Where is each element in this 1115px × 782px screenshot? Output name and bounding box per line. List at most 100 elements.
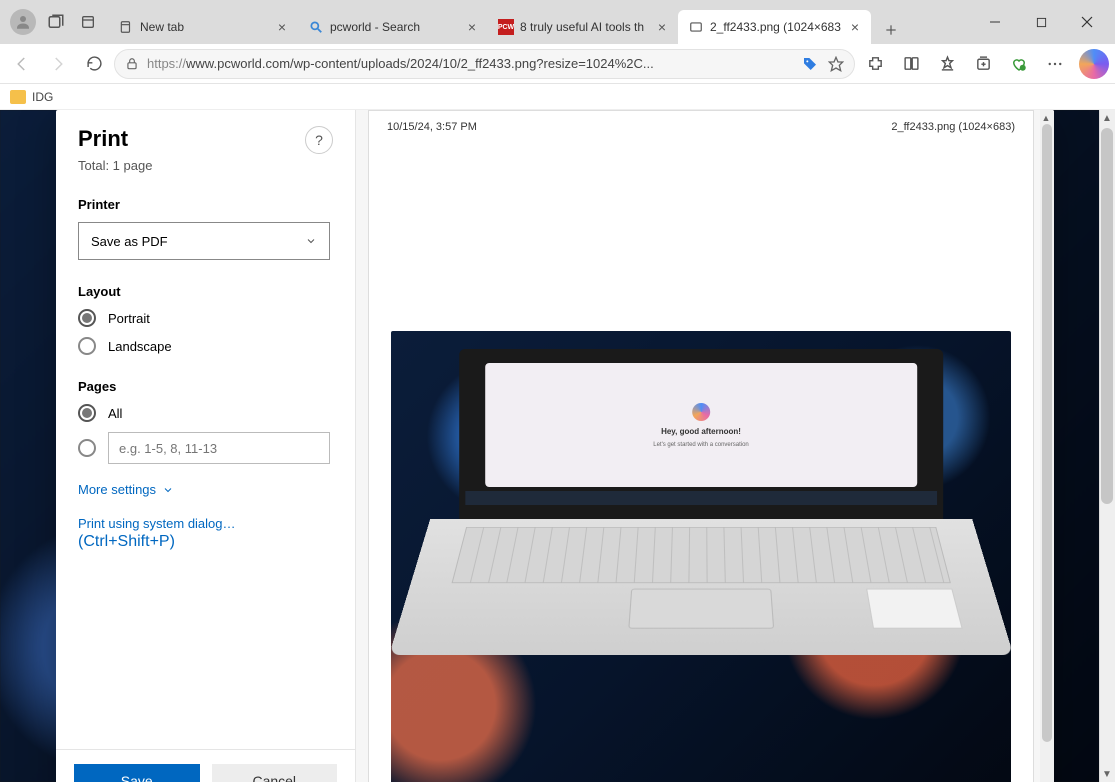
spec-sticker: [866, 589, 963, 629]
forward-button[interactable]: [42, 48, 74, 80]
tab-label: pcworld - Search: [330, 20, 458, 34]
browser-toolbar: https://www.pcworld.com/wp-content/uploa…: [0, 44, 1115, 84]
print-title: Print: [78, 126, 152, 152]
minimize-button[interactable]: [973, 6, 1017, 38]
system-dialog-link[interactable]: Print using system dialog… (Ctrl+Shift+P…: [78, 515, 333, 551]
pages-custom-option[interactable]: [78, 432, 333, 464]
new-tab-button[interactable]: [877, 16, 905, 44]
preview-page: 10/15/24, 3:57 PM 2_ff2433.png (1024×683…: [368, 110, 1034, 782]
layout-landscape-label: Landscape: [108, 339, 172, 354]
image-icon: [688, 19, 704, 35]
more-settings-toggle[interactable]: More settings: [78, 482, 333, 497]
scrollbar-thumb[interactable]: [1101, 128, 1113, 504]
plus-icon: [884, 23, 898, 37]
layout-portrait-label: Portrait: [108, 311, 150, 326]
scroll-up-icon[interactable]: ▲: [1099, 110, 1115, 126]
preview-scrollbar[interactable]: ▲ ▼: [1040, 110, 1054, 782]
chevron-down-icon: [305, 235, 317, 247]
bookmarks-bar: IDG: [0, 84, 1115, 110]
laptop-illustration: Hey, good afternoon! Let's get started w…: [459, 349, 943, 669]
heart-badge-icon: [1010, 55, 1028, 73]
radio-unchecked-icon: [78, 439, 96, 457]
profile-button[interactable]: [10, 9, 36, 35]
pages-range-input[interactable]: [108, 432, 330, 464]
tab-label: New tab: [140, 20, 268, 34]
preview-image: Hey, good afternoon! Let's get started w…: [391, 331, 1011, 782]
layout-label: Layout: [78, 284, 333, 299]
pages-all-option[interactable]: All: [78, 404, 333, 422]
workspaces-icon: [47, 13, 65, 31]
folder-icon: [10, 90, 26, 104]
tab-close-button[interactable]: ×: [654, 19, 670, 35]
tab-close-button[interactable]: ×: [274, 19, 290, 35]
save-button[interactable]: Save: [74, 764, 200, 782]
tab-close-button[interactable]: ×: [847, 19, 863, 35]
scroll-down-icon[interactable]: ▼: [1099, 766, 1115, 782]
cancel-button[interactable]: Cancel: [212, 764, 338, 782]
tab-article[interactable]: PCW 8 truly useful AI tools th ×: [488, 10, 678, 44]
cancel-label: Cancel: [252, 773, 296, 782]
question-icon: ?: [315, 132, 323, 148]
preview-timestamp: 10/15/24, 3:57 PM: [387, 121, 477, 133]
printer-value: Save as PDF: [91, 234, 168, 249]
shopping-tag-icon[interactable]: [802, 56, 818, 72]
layout-portrait-option[interactable]: Portrait: [78, 309, 333, 327]
tab-new-tab[interactable]: New tab ×: [108, 10, 298, 44]
laptop-taskbar: [465, 491, 937, 505]
performance-button[interactable]: [1003, 48, 1035, 80]
system-dialog-shortcut: (Ctrl+Shift+P): [78, 533, 175, 550]
arrow-right-icon: [49, 55, 67, 73]
puzzle-icon: [867, 55, 884, 72]
settings-more-button[interactable]: [1039, 48, 1071, 80]
tab-label: 2_ff2433.png (1024×683: [710, 20, 841, 34]
copilot-button[interactable]: [1079, 49, 1109, 79]
extensions-button[interactable]: [859, 48, 891, 80]
bookmark-idg[interactable]: IDG: [32, 90, 53, 104]
search-icon: [308, 19, 324, 35]
address-bar-actions: [802, 56, 844, 72]
refresh-button[interactable]: [78, 48, 110, 80]
chevron-down-icon: [162, 484, 174, 496]
address-bar[interactable]: https://www.pcworld.com/wp-content/uploa…: [114, 49, 855, 79]
refresh-icon: [86, 55, 103, 72]
back-button[interactable]: [6, 48, 38, 80]
minimize-icon: [989, 16, 1001, 28]
greeting-text: Hey, good afternoon!: [661, 427, 741, 436]
tab-actions-button[interactable]: [72, 6, 104, 38]
page-icon: [118, 19, 134, 35]
preview-header: 10/15/24, 3:57 PM 2_ff2433.png (1024×683…: [369, 111, 1033, 143]
collections-icon: [975, 55, 992, 72]
page-content: ▲ ▼ Print Total: 1 page ? Printer Save a…: [0, 110, 1115, 782]
favorites-button[interactable]: [931, 48, 963, 80]
print-dialog: Print Total: 1 page ? Printer Save as PD…: [56, 110, 1054, 782]
radio-checked-icon: [78, 404, 96, 422]
laptop-keyboard: [389, 519, 1013, 655]
split-screen-button[interactable]: [895, 48, 927, 80]
collections-button[interactable]: [967, 48, 999, 80]
tab-label: 8 truly useful AI tools th: [520, 20, 648, 34]
print-settings-panel: Print Total: 1 page ? Printer Save as PD…: [56, 110, 356, 782]
close-window-button[interactable]: [1065, 6, 1109, 38]
url-text: https://www.pcworld.com/wp-content/uploa…: [147, 56, 788, 71]
layout-landscape-option[interactable]: Landscape: [78, 337, 333, 355]
workspaces-button[interactable]: [40, 6, 72, 38]
trackpad: [628, 589, 774, 629]
system-dialog-label: Print using system dialog…: [78, 516, 236, 531]
star-list-icon: [939, 55, 956, 72]
page-scrollbar[interactable]: ▲ ▼: [1099, 110, 1115, 782]
scrollbar-thumb[interactable]: [1042, 124, 1052, 742]
greeting-sub: Let's get started with a conversation: [653, 442, 749, 448]
more-icon: [1046, 55, 1064, 73]
tab-image[interactable]: 2_ff2433.png (1024×683 ×: [678, 10, 871, 44]
tab-close-button[interactable]: ×: [464, 19, 480, 35]
favorite-star-icon[interactable]: [828, 56, 844, 72]
person-icon: [14, 13, 32, 31]
print-preview: 10/15/24, 3:57 PM 2_ff2433.png (1024×683…: [356, 110, 1054, 782]
tab-search[interactable]: pcworld - Search ×: [298, 10, 488, 44]
printer-select[interactable]: Save as PDF: [78, 222, 330, 260]
maximize-button[interactable]: [1019, 6, 1063, 38]
laptop-screen: Hey, good afternoon! Let's get started w…: [459, 349, 943, 519]
maximize-icon: [1036, 17, 1047, 28]
print-help-button[interactable]: ?: [305, 126, 333, 154]
window-controls: [973, 6, 1109, 38]
